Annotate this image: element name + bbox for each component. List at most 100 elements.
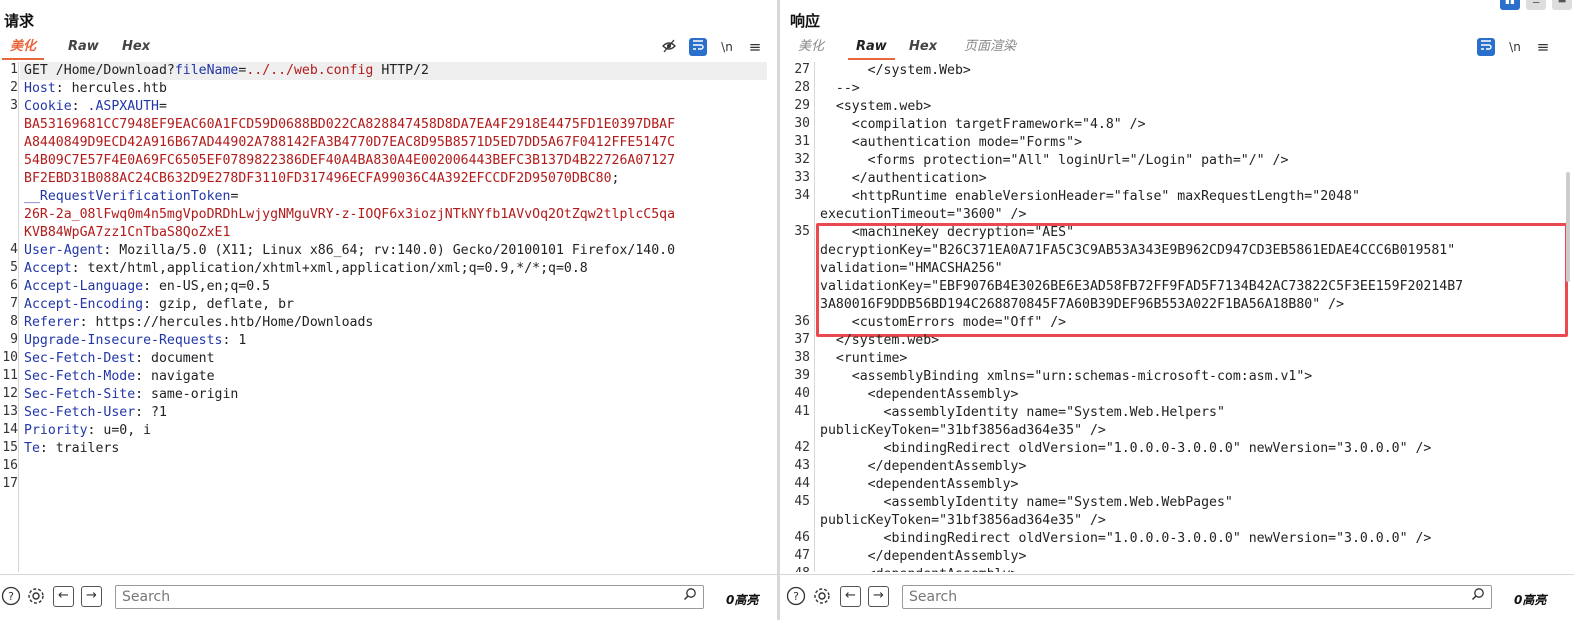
request-line: Host: hercules.htb — [24, 80, 167, 98]
line-number: 11 — [2, 368, 18, 383]
layout-stacked-icon[interactable]: ☰ — [1526, 0, 1546, 10]
token: : document — [135, 351, 215, 366]
tab-pretty[interactable]: 美化 — [796, 38, 826, 60]
line-number: 30 — [794, 116, 810, 131]
request-line: Priority: u=0, i — [24, 422, 151, 440]
search-icon[interactable] — [1471, 587, 1485, 609]
response-line: <assemblyIdentity name="System.Web.WebPa… — [820, 495, 1233, 510]
token: : 1 — [222, 333, 247, 348]
gear-icon[interactable] — [25, 586, 47, 608]
token: A8440849D9ECD42A916B67AD44902A788142FA3B… — [24, 135, 676, 150]
request-line: Sec-Fetch-Site: same-origin — [24, 386, 238, 404]
request-line: A8440849D9ECD42A916B67AD44902A788142FA3B… — [24, 134, 675, 152]
token: Accept-Language — [24, 279, 144, 294]
newline-icon[interactable]: \n — [1506, 38, 1524, 56]
response-line: <runtime> — [820, 351, 908, 366]
line-number: 1 — [10, 62, 18, 77]
help-icon[interactable]: ? — [785, 586, 807, 608]
response-line: <compilation targetFramework="4.8" /> — [820, 117, 1146, 132]
response-search-input[interactable]: Search — [902, 585, 1492, 609]
line-number: 14 — [2, 422, 18, 437]
layout-side-by-side-icon[interactable]: ▮▮ — [1500, 0, 1520, 10]
response-footer: ? ← → Search 0高亮 — [780, 574, 1574, 620]
token: : hercules.htb — [55, 81, 167, 96]
svg-text:?: ? — [8, 590, 14, 603]
line-number: 28 — [794, 80, 810, 95]
token: Sec-Fetch-User — [24, 405, 136, 420]
request-line: GET /Home/Download?fileName=../../web.co… — [24, 62, 429, 80]
line-number: 45 — [794, 494, 810, 509]
line-number: 8 — [10, 314, 18, 329]
tab-hex[interactable]: Hex — [120, 38, 152, 60]
line-number: 3 — [10, 98, 18, 113]
token: ; — [611, 171, 620, 186]
line-number: 42 — [794, 440, 810, 455]
tab-raw[interactable]: Raw — [848, 38, 895, 60]
line-number: 15 — [2, 440, 18, 455]
token: Priority — [24, 423, 88, 438]
line-number: 4 — [10, 242, 18, 257]
arrow-right-icon[interactable]: → — [868, 586, 889, 607]
line-number: 12 — [2, 386, 18, 401]
hamburger-menu-icon[interactable]: ≡ — [746, 38, 764, 56]
request-line: Referer: https://hercules.htb/Home/Downl… — [24, 314, 373, 332]
tab-hex[interactable]: Hex — [907, 38, 939, 60]
token: Upgrade-Insecure-Requests — [24, 333, 223, 348]
hamburger-menu-icon[interactable]: ≡ — [1534, 38, 1552, 56]
word-wrap-icon[interactable] — [1477, 38, 1495, 56]
line-number: 39 — [794, 368, 810, 383]
request-line: Accept-Encoding: gzip, deflate, br — [24, 296, 294, 314]
token: KVB84WpGA7zz1CnTbaS8QoZxE1 — [24, 225, 231, 240]
line-number: 27 — [794, 62, 810, 77]
token: = — [230, 189, 239, 204]
token: 26R-2a_08lFwq0m4n5mgVpoDRDhLwjygNMguVRY-… — [24, 207, 676, 222]
line-number: 44 — [794, 476, 810, 491]
tab-pretty[interactable]: 美化 — [1, 38, 45, 60]
token: : Mozilla/5.0 (X11; Linux x86_64; rv:140… — [103, 243, 676, 258]
response-line: <httpRuntime enableVersionHeader="false"… — [820, 189, 1360, 204]
request-line: Sec-Fetch-Mode: navigate — [24, 368, 215, 386]
line-number: 34 — [794, 188, 810, 203]
response-title: 响应 — [790, 12, 821, 30]
eye-off-icon[interactable] — [660, 38, 678, 56]
token: 54B09C7E57F4E0A69FC6505EF0789822386DEF40… — [24, 153, 676, 168]
line-number: 48 — [780, 566, 810, 572]
search-icon[interactable] — [683, 587, 697, 609]
request-line: 54B09C7E57F4E0A69FC6505EF0789822386DEF40… — [24, 152, 675, 170]
search-placeholder: Search — [122, 589, 171, 605]
arrow-right-icon[interactable]: → — [81, 586, 102, 607]
response-line: validation="HMACSHA256" — [820, 261, 1003, 276]
request-search-input[interactable]: Search — [115, 585, 704, 609]
request-editor[interactable]: 1 GET /Home/Download?fileName=../../web.c… — [0, 62, 777, 572]
layout-tabs-icon[interactable]: ▬ — [1552, 0, 1572, 10]
request-line: Sec-Fetch-Dest: document — [24, 350, 215, 368]
response-toolbar: \n ≡ — [1477, 38, 1567, 56]
token: : text/html,application/xhtml+xml,applic… — [71, 261, 588, 276]
token: Cookie — [24, 99, 72, 114]
word-wrap-icon[interactable] — [689, 38, 707, 56]
newline-icon[interactable]: \n — [718, 38, 736, 56]
arrow-left-icon[interactable]: ← — [53, 586, 74, 607]
token: BA53169681CC7948EF9EAC60A1FCD59D0688BD02… — [24, 117, 676, 132]
tab-render[interactable]: 页面渲染 — [962, 38, 1018, 60]
gear-icon[interactable] — [811, 586, 833, 608]
response-editor[interactable]: 27 </system.Web> 28 --> 29 <system.web> 30 … — [780, 62, 1574, 572]
request-line: BF2EBD31B088AC24CB632D9E278DF3110FD31749… — [24, 170, 619, 188]
tab-raw[interactable]: Raw — [66, 38, 101, 60]
line-number: 38 — [794, 350, 810, 365]
request-toolbar: \n ≡ — [660, 38, 770, 56]
arrow-left-icon[interactable]: ← — [840, 586, 861, 607]
request-line: Upgrade-Insecure-Requests: 1 — [24, 332, 246, 350]
request-line: __RequestVerificationToken= — [24, 188, 238, 206]
token: GET /Home/Download? — [24, 63, 175, 78]
response-tabs: 美化 Raw Hex 页面渲染 — [780, 38, 1574, 60]
token: Te — [24, 441, 40, 456]
token: : navigate — [135, 369, 215, 384]
token: : — [71, 99, 88, 114]
match-count: 0高亮 — [1514, 593, 1547, 607]
request-line: BA53169681CC7948EF9EAC60A1FCD59D0688BD02… — [24, 116, 675, 134]
vertical-scrollbar[interactable] — [1566, 172, 1570, 282]
help-icon[interactable]: ? — [0, 586, 22, 608]
token: __RequestVerificationToken — [24, 189, 231, 204]
token: : gzip, deflate, br — [143, 297, 294, 312]
